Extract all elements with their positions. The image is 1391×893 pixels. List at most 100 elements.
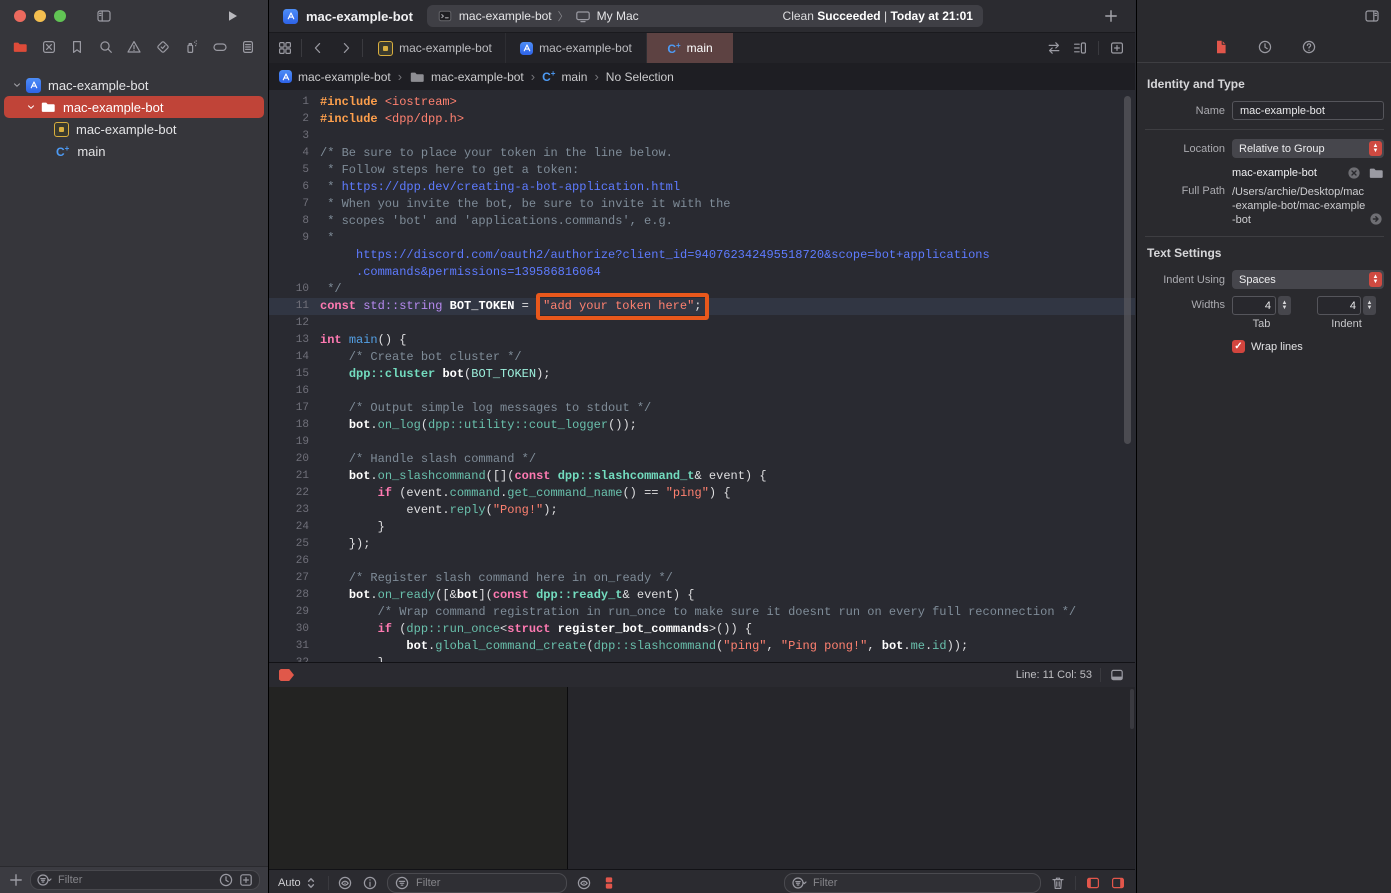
chevron-down-icon[interactable] (12, 77, 22, 93)
code-line[interactable]: 24 } (269, 519, 1135, 536)
hide-variables-icon[interactable] (337, 875, 353, 891)
code-line[interactable]: 22 if (event.command.get_command_name() … (269, 485, 1135, 502)
tests-navigator-icon[interactable] (155, 39, 171, 55)
history-inspector-icon[interactable] (1257, 39, 1273, 55)
console-io-filter-icon[interactable] (601, 875, 617, 891)
code-line[interactable]: 32 } (269, 655, 1135, 662)
chevron-down-icon[interactable] (26, 99, 36, 115)
navigator-filter-input[interactable] (56, 873, 214, 887)
code-line[interactable]: 25 }); (269, 536, 1135, 553)
breakpoints-navigator-icon[interactable] (212, 39, 228, 55)
tree-item-main[interactable]: C+ main (0, 140, 268, 162)
debug-navigator-icon[interactable] (183, 39, 199, 55)
scheme-selector[interactable]: mac-example-bot 〉 My Mac Clean Succeeded… (427, 5, 983, 27)
add-file-button[interactable] (8, 872, 24, 888)
code-line[interactable]: 18 bot.on_log(dpp::utility::cout_logger(… (269, 417, 1135, 434)
toggle-sidebar-icon[interactable] (96, 8, 112, 24)
tree-item-project[interactable]: mac-example-bot (0, 74, 268, 96)
breakpoint-indicator-icon[interactable] (279, 669, 294, 681)
code-line[interactable]: 6 * https://dpp.dev/creating-a-bot-appli… (269, 179, 1135, 196)
code-line[interactable]: 7 * When you invite the bot, be sure to … (269, 196, 1135, 213)
breadcrumb-selection[interactable]: No Selection (606, 70, 674, 84)
toggle-inspector-icon[interactable] (1364, 8, 1380, 24)
file-inspector-icon[interactable] (1213, 39, 1229, 55)
go-forward-icon[interactable] (332, 33, 360, 63)
code-line[interactable]: 27 /* Register slash command here in on_… (269, 570, 1135, 587)
breadcrumb-project[interactable]: mac-example-bot (279, 70, 391, 84)
code-line[interactable]: 19 (269, 434, 1135, 451)
dock-debug-left-icon[interactable] (1085, 875, 1101, 891)
indent-width-input[interactable] (1318, 297, 1360, 314)
indent-using-dropdown[interactable]: Spaces ▲▼ (1232, 270, 1384, 289)
destination-name[interactable]: My Mac (597, 9, 639, 23)
choose-folder-icon[interactable] (1368, 165, 1384, 181)
indent-width-field[interactable] (1317, 296, 1361, 315)
source-control-navigator-icon[interactable] (41, 39, 57, 55)
code-line[interactable]: 23 event.reply("Pong!"); (269, 502, 1135, 519)
related-items-grid-icon[interactable] (269, 33, 299, 63)
tab-mac-example-bot-project[interactable]: mac-example-bot (506, 33, 647, 63)
code-line[interactable]: 30 if (dpp::run_once<struct register_bot… (269, 621, 1135, 638)
code-line[interactable]: 26 (269, 553, 1135, 570)
close-window-button[interactable] (14, 10, 26, 22)
tab-width-stepper[interactable]: ▲▼ (1278, 296, 1291, 315)
reveal-in-finder-icon[interactable] (1368, 211, 1384, 227)
tab-mac-example-bot-target[interactable]: mac-example-bot (365, 33, 506, 63)
editor-scrollbar[interactable] (1124, 96, 1131, 444)
run-button[interactable] (224, 8, 240, 24)
variables-view[interactable] (269, 687, 568, 869)
code-line[interactable]: 5 * Follow steps here to get a token: (269, 162, 1135, 179)
search-navigator-icon[interactable] (98, 39, 114, 55)
code-line[interactable]: 16 (269, 383, 1135, 400)
clear-location-icon[interactable] (1346, 165, 1362, 181)
code-line[interactable]: .commands&permissions=139586816064 (269, 264, 1135, 281)
scheme-name[interactable]: mac-example-bot (459, 9, 552, 23)
editor-only-layout-icon[interactable] (1109, 667, 1125, 683)
code-line[interactable]: 15 dpp::cluster bot(BOT_TOKEN); (269, 366, 1135, 383)
dock-debug-right-icon[interactable] (1110, 875, 1126, 891)
clear-console-icon[interactable] (1050, 875, 1066, 891)
hide-console-icon[interactable] (576, 875, 592, 891)
indent-width-stepper[interactable]: ▲▼ (1363, 296, 1376, 315)
tab-width-field[interactable] (1232, 296, 1276, 315)
go-back-icon[interactable] (304, 33, 332, 63)
code-line[interactable]: 31 bot.global_command_create(dpp::slashc… (269, 638, 1135, 655)
zoom-window-button[interactable] (54, 10, 66, 22)
code-editor[interactable]: 1#include <iostream>2#include <dpp/dpp.h… (269, 90, 1135, 662)
minimap-icon[interactable] (1072, 40, 1088, 56)
code-line[interactable]: 14 /* Create bot cluster */ (269, 349, 1135, 366)
console-filter-input[interactable] (811, 876, 1034, 890)
tab-main-active[interactable]: C+ main (647, 33, 733, 63)
navigator-filter-field[interactable] (30, 870, 260, 890)
console-filter-field[interactable] (784, 873, 1041, 893)
code-line[interactable]: 11const std::string BOT_TOKEN = "add you… (269, 298, 1135, 315)
tree-item-group-selected[interactable]: mac-example-bot (4, 96, 264, 118)
variables-info-icon[interactable] (362, 875, 378, 891)
project-navigator-icon[interactable] (12, 39, 28, 55)
name-field[interactable] (1232, 101, 1384, 120)
code-line[interactable]: 29 /* Wrap command registration in run_o… (269, 604, 1135, 621)
code-line[interactable]: 3 (269, 128, 1135, 145)
flagged-files-icon[interactable] (238, 872, 254, 888)
code-line[interactable]: 9 * (269, 230, 1135, 247)
reports-navigator-icon[interactable] (240, 39, 256, 55)
bookmarks-navigator-icon[interactable] (69, 39, 85, 55)
code-line[interactable]: 1#include <iostream> (269, 94, 1135, 111)
console-view[interactable] (568, 687, 1135, 869)
library-add-icon[interactable] (1103, 8, 1119, 24)
code-line[interactable]: 4/* Be sure to place your token in the l… (269, 145, 1135, 162)
wrap-lines-checkbox[interactable]: ✓ (1232, 340, 1245, 353)
tab-width-input[interactable] (1233, 297, 1275, 314)
issues-navigator-icon[interactable] (126, 39, 142, 55)
variables-filter-field[interactable] (387, 873, 567, 893)
variables-scope-dropdown[interactable]: Auto (278, 875, 319, 891)
build-status[interactable]: Clean Succeeded | Today at 21:01 (783, 9, 973, 23)
code-line[interactable]: 28 bot.on_ready([&bot](const dpp::ready_… (269, 587, 1135, 604)
location-dropdown[interactable]: Relative to Group ▲▼ (1232, 139, 1384, 158)
code-line[interactable]: 2#include <dpp/dpp.h> (269, 111, 1135, 128)
minimize-window-button[interactable] (34, 10, 46, 22)
code-review-icon[interactable] (1046, 40, 1062, 56)
code-line[interactable]: 21 bot.on_slashcommand([](const dpp::sla… (269, 468, 1135, 485)
code-line[interactable]: 17 /* Output simple log messages to stdo… (269, 400, 1135, 417)
code-line[interactable]: 8 * scopes 'bot' and 'applications.comma… (269, 213, 1135, 230)
